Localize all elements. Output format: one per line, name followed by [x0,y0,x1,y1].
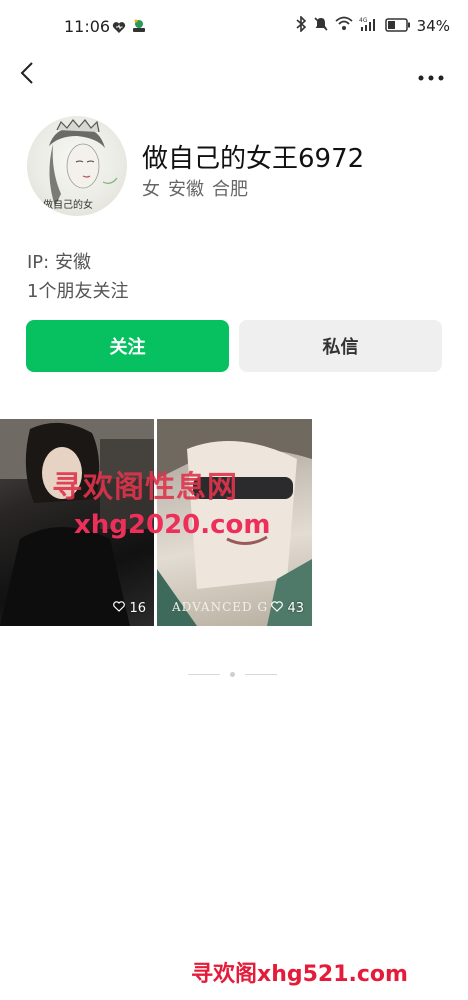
pager-divider [245,674,277,675]
avatar[interactable]: 做自己的女 [27,116,127,216]
follow-button[interactable]: 关注 [26,320,229,372]
app-icon [131,18,147,38]
footer-watermark: 寻欢阁xhg521.com [191,962,408,987]
status-time: 11:06 [64,17,111,36]
like-count-value: 16 [129,601,146,616]
battery-percent: 34% [416,17,450,35]
signal-icon: 4G [359,16,379,36]
avatar-caption: 做自己的女 [43,200,93,211]
friends-following[interactable]: 1个朋友关注 [27,277,128,303]
wifi-icon [335,16,353,36]
page-indicator [188,672,277,677]
watermark-url: xhg2020.com [74,510,271,540]
more-button[interactable] [416,64,446,86]
like-count: 43 [271,601,304,616]
mute-icon [313,16,329,36]
profile-meta: 女 安徽 合肥 [142,175,248,201]
message-button[interactable]: 私信 [239,320,442,372]
svg-text:4G: 4G [359,17,368,24]
more-dots-icon [418,66,444,85]
bluetooth-icon [295,15,307,36]
battery-icon [384,17,411,36]
city-label: 合肥 [212,179,248,200]
back-button[interactable] [12,60,42,90]
chevron-left-icon [20,61,34,89]
pager-dot [230,672,235,677]
status-bar: 11:06 4G 34% [0,0,468,56]
province-label: 安徽 [168,179,204,200]
like-count: 16 [113,601,146,616]
heart-icon [112,19,126,38]
heart-outline-icon [113,601,126,616]
photo-caption-text: ADVANCED G [172,600,269,614]
nickname: 做自己的女王6972 [142,144,365,174]
status-icons: 4G 34% [295,15,450,36]
watermark-site-name: 寻欢阁性息网 [52,470,238,505]
like-count-value: 43 [287,601,304,616]
pager-divider [188,674,220,675]
ip-location: IP: 安徽 [27,252,91,273]
gender-label: 女 [142,179,160,200]
heart-outline-icon [271,601,284,616]
